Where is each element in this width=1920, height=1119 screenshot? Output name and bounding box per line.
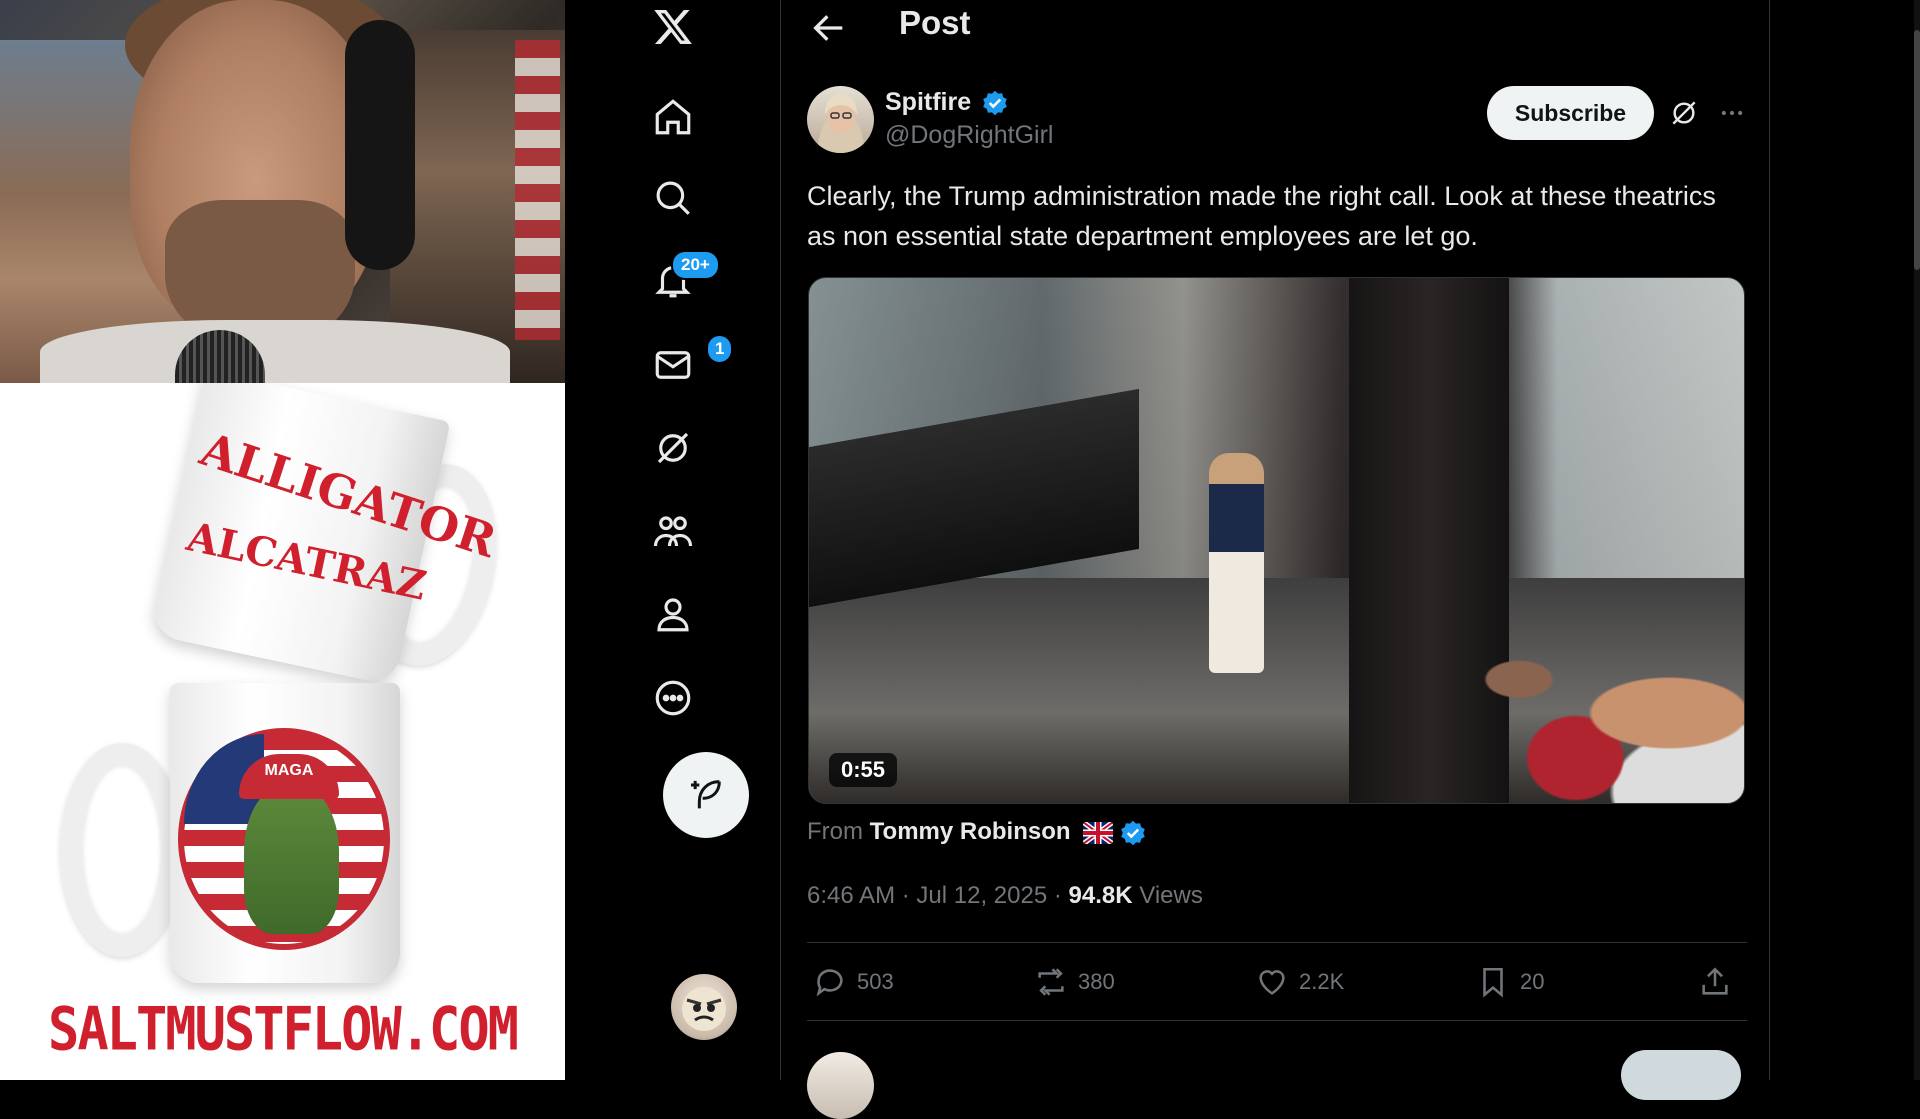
grok-icon[interactable]: [1668, 97, 1700, 129]
streamer-shirt: [40, 320, 510, 383]
uk-flag-icon: [1083, 822, 1113, 844]
post-column: Post Spitfire @DogRightGirl Subscribe Cl…: [781, 0, 1770, 1119]
views-label: Views: [1139, 882, 1203, 909]
share-icon: [1702, 967, 1728, 995]
post-text: Clearly, the Trump administration made t…: [807, 181, 1716, 251]
people-icon[interactable]: [643, 502, 703, 562]
headphones: [345, 20, 415, 270]
like-count: 2.2K: [1299, 969, 1345, 994]
author-name[interactable]: Spitfire: [885, 88, 971, 117]
repost-icon: [1038, 968, 1064, 996]
from-name[interactable]: Tommy Robinson: [870, 818, 1071, 845]
home-icon[interactable]: [643, 87, 703, 147]
search-icon[interactable]: [643, 168, 703, 228]
compose-button[interactable]: [663, 752, 749, 838]
post-video[interactable]: 0:55: [808, 277, 1745, 804]
sidebar-nav: 20+ 1: [565, 0, 781, 1080]
post-date[interactable]: Jul 12, 2025: [916, 882, 1047, 909]
reply-icon: [816, 969, 843, 997]
post-meta: 6:46 AM · Jul 12, 2025 · 94.8K Views: [807, 882, 1203, 910]
video-duration: 0:55: [829, 753, 898, 787]
flag-backdrop: [515, 40, 560, 340]
site-url: SALTMUSTFLOW.COM: [48, 995, 519, 1065]
reply-button[interactable]: 503: [813, 960, 894, 1004]
person-icon[interactable]: [643, 584, 703, 644]
messages-badge: 1: [706, 334, 734, 364]
gator-emblem: MAGA: [178, 728, 390, 950]
verified-badge-icon: [983, 90, 1007, 116]
video-desk: [809, 388, 1139, 608]
share-button[interactable]: [1698, 960, 1732, 1004]
repost-button[interactable]: 380: [1034, 960, 1115, 1004]
page-title: Post: [899, 4, 971, 41]
heart-icon: [1259, 970, 1285, 995]
right-gutter: [1770, 0, 1920, 1080]
views-count: 94.8K: [1068, 882, 1133, 909]
grok-icon[interactable]: [643, 418, 703, 478]
video-crowd: [1369, 578, 1744, 803]
bookmark-count: 20: [1520, 969, 1545, 994]
post-time[interactable]: 6:46 AM: [807, 882, 895, 909]
cap-text: MAGA: [264, 762, 314, 779]
meta-separator: ·: [1053, 882, 1062, 909]
notifications-badge: 20+: [671, 250, 720, 280]
back-arrow-icon[interactable]: [809, 8, 849, 48]
like-button[interactable]: 2.2K: [1255, 960, 1344, 1004]
webcam-overlay: [0, 0, 565, 383]
feather-plus-icon: [691, 780, 721, 809]
mug-handle-bottom: [60, 743, 184, 957]
alligator-figure: [244, 784, 339, 934]
reply-author-avatar[interactable]: [807, 1052, 874, 1119]
repost-count: 380: [1078, 969, 1115, 994]
divider: [807, 942, 1747, 943]
reply-action-pill[interactable]: [1621, 1050, 1741, 1100]
x-logo-icon[interactable]: [643, 0, 703, 57]
divider: [807, 1020, 1747, 1021]
more-options-icon[interactable]: [1716, 99, 1748, 127]
author-handle[interactable]: @DogRightGirl: [885, 121, 1053, 150]
scrollbar-thumb[interactable]: [1914, 30, 1920, 270]
author-avatar[interactable]: [807, 86, 874, 153]
account-avatar[interactable]: [671, 974, 737, 1040]
video-figure: [1209, 453, 1264, 673]
video-source-line: From Tommy Robinson: [807, 818, 1071, 846]
bookmark-icon: [1483, 967, 1503, 998]
reply-count: 503: [857, 969, 894, 994]
subscribe-button[interactable]: Subscribe: [1487, 86, 1654, 140]
more-circle-icon[interactable]: [643, 668, 703, 728]
merch-ad-overlay: ALLIGATOR ALCATRAZ MAGA SALTMUSTFLOW.COM: [0, 383, 565, 1080]
from-prefix: From: [807, 818, 863, 845]
meta-separator: ·: [901, 882, 910, 909]
verified-badge-icon: [1121, 820, 1145, 846]
bookmark-button[interactable]: 20: [1476, 960, 1544, 1004]
mail-icon[interactable]: [643, 335, 703, 395]
